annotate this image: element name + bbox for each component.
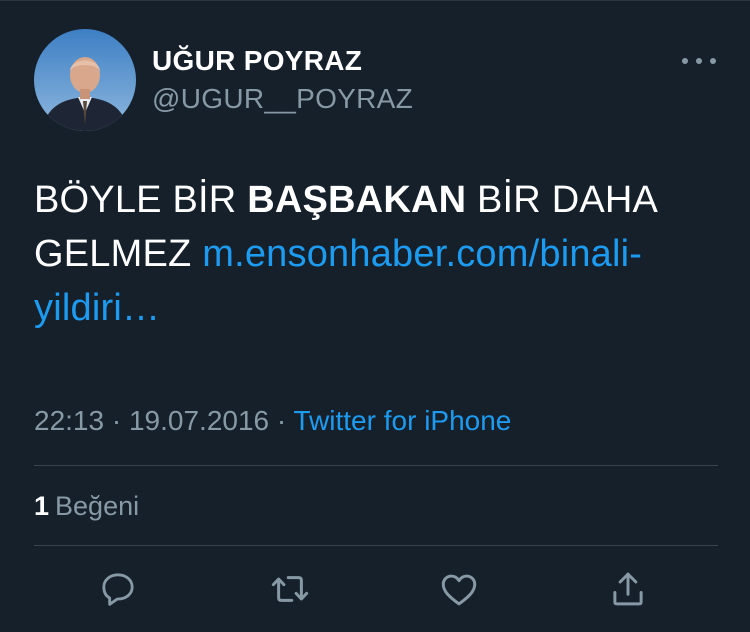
likes-count: 1 [34, 491, 50, 521]
retweet-button[interactable] [268, 567, 312, 611]
more-dot [682, 58, 688, 64]
tweet-meta: 22:13 · 19.07.2016 · Twitter for iPhone [34, 405, 511, 437]
heart-icon [441, 574, 477, 606]
retweet-icon [271, 576, 309, 602]
tweet-text: BÖYLE BİR BAŞBAKAN BİR DAHA GELMEZ m.ens… [34, 173, 714, 335]
author-display-name[interactable]: UĞUR POYRAZ [152, 45, 362, 77]
action-bar [0, 567, 750, 611]
author-handle[interactable]: @UGUR__POYRAZ [152, 83, 413, 115]
divider [34, 545, 718, 546]
more-dot [710, 58, 716, 64]
reply-icon [102, 573, 134, 606]
tweet-time: 22:13 [34, 405, 105, 436]
tweet-source-link[interactable]: Twitter for iPhone [294, 405, 512, 436]
divider [34, 465, 718, 466]
tweet-text-part1: BÖYLE BİR [34, 179, 248, 221]
more-horizontal-icon[interactable] [682, 53, 716, 69]
tweet-date: 19.07.2016 [128, 405, 270, 436]
tweet-text-bold: BAŞBAKAN [247, 179, 467, 221]
like-button[interactable] [437, 567, 481, 611]
share-icon [613, 572, 643, 606]
tweet-card: UĞUR POYRAZ @UGUR__POYRAZ BÖYLE BİR BAŞB… [0, 0, 750, 632]
more-dot [696, 58, 702, 64]
reply-button[interactable] [96, 567, 140, 611]
avatar[interactable] [34, 29, 136, 131]
likes-label: Beğeni [55, 491, 140, 521]
meta-separator: · [104, 405, 129, 436]
avatar-image [34, 29, 136, 131]
likes-stat[interactable]: 1 Beğeni [34, 491, 139, 522]
share-button[interactable] [606, 567, 650, 611]
meta-separator: · [269, 405, 294, 436]
